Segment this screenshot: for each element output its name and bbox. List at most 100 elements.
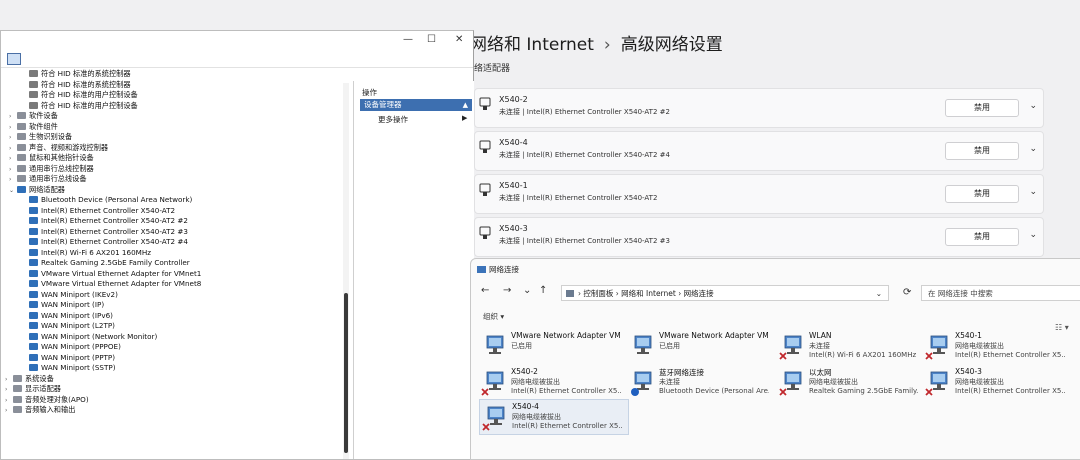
tree-item[interactable]: › 鼠标和其他指针设备 xyxy=(9,153,94,163)
expand-toggle-icon[interactable]: › xyxy=(9,144,17,154)
connection-item[interactable]: X540-4 网络电缆被拔出 Intel(R) Ethernet Controlle… xyxy=(479,399,629,435)
window-title: 网络连接 xyxy=(477,264,519,275)
minimize-button[interactable]: — xyxy=(403,34,413,45)
expand-toggle-icon[interactable]: › xyxy=(9,165,17,175)
breadcrumb-network-internet[interactable]: 网络和 Internet xyxy=(470,35,594,55)
tree-item[interactable]: › 音频处理对象(APO) xyxy=(5,395,89,405)
tree-item[interactable]: › 音频输入和输出 xyxy=(5,405,75,415)
tree-item[interactable]: › 系统设备 xyxy=(5,374,54,384)
tree-item[interactable]: ⌄ 网络适配器 xyxy=(9,185,65,195)
expand-toggle-icon[interactable]: ⌄ xyxy=(9,186,17,196)
connection-item[interactable]: VMware Network Adapter VMnet1 已启用 xyxy=(479,329,629,365)
more-actions-item[interactable]: 更多操作 xyxy=(378,114,408,125)
expand-toggle-icon[interactable]: › xyxy=(9,154,17,164)
address-dropdown-icon[interactable]: ⌄ xyxy=(876,286,882,302)
connection-status: 网络电缆被拔出 xyxy=(955,342,1004,350)
tree-item[interactable]: Intel(R) Ethernet Controller X540-AT2 #4 xyxy=(21,237,188,247)
tree-scrollbar[interactable] xyxy=(343,83,349,459)
tree-item[interactable]: WAN Miniport (L2TP) xyxy=(21,321,115,331)
tree-item[interactable]: WAN Miniport (PPPOE) xyxy=(21,342,121,352)
hid-device-icon xyxy=(29,80,38,88)
computer-icon[interactable] xyxy=(7,53,21,65)
refresh-button[interactable]: ⟳ xyxy=(903,287,911,298)
address-path: › 控制面板 › 网络和 Internet › 网络连接 xyxy=(578,289,714,298)
bluetooth-network-icon xyxy=(629,369,655,397)
tree-item[interactable]: WAN Miniport (SSTP) xyxy=(21,363,116,373)
address-bar-row: ← → ⌄ ↑ › 控制面板 › 网络和 Internet › 网络连接 ⌄ ⟳… xyxy=(471,281,1080,305)
chevron-down-icon[interactable]: ⌄ xyxy=(1029,144,1037,154)
tree-item[interactable]: Bluetooth Device (Personal Area Network) xyxy=(21,195,192,205)
tree-item[interactable]: › 生物识别设备 xyxy=(9,132,72,142)
tree-item[interactable]: › 通用串行总线控制器 xyxy=(9,164,94,174)
recent-dropdown-button[interactable]: ⌄ xyxy=(523,285,531,296)
expand-toggle-icon[interactable]: › xyxy=(9,123,17,133)
network-adapter-icon xyxy=(29,227,38,235)
chevron-down-icon[interactable]: ⌄ xyxy=(1029,187,1037,197)
tree-item[interactable]: › 显示适配器 xyxy=(5,384,61,394)
maximize-button[interactable]: ☐ xyxy=(427,34,436,45)
connection-item[interactable]: WLAN 未连接 Intel(R) Wi-Fi 6 AX201 160MHz xyxy=(777,329,927,365)
close-button[interactable]: ✕ xyxy=(455,34,463,45)
connection-item[interactable]: X540-3 网络电缆被拔出 Intel(R) Ethernet Controlle… xyxy=(923,365,1073,401)
expand-toggle-icon[interactable]: › xyxy=(5,385,13,395)
expand-toggle-icon[interactable]: › xyxy=(5,406,13,416)
adapter-card[interactable]: X540-3 未连接 | Intel(R) Ethernet Controller… xyxy=(474,217,1044,257)
tree-item[interactable]: Intel(R) Ethernet Controller X540-AT2 xyxy=(21,206,175,216)
tree-item[interactable]: WAN Miniport (IP) xyxy=(21,300,104,310)
forward-button[interactable]: → xyxy=(503,285,511,296)
organize-menu[interactable]: 组织 ▾ xyxy=(483,311,504,322)
disable-button[interactable]: 禁用 xyxy=(945,185,1019,203)
expand-toggle-icon[interactable]: › xyxy=(5,396,13,406)
chevron-down-icon[interactable]: ⌄ xyxy=(1029,230,1037,240)
network-adapter-icon xyxy=(29,343,38,350)
chevron-down-icon[interactable]: ⌄ xyxy=(1029,101,1037,111)
expand-toggle-icon[interactable]: › xyxy=(9,175,17,185)
disable-button[interactable]: 禁用 xyxy=(945,142,1019,160)
tree-item[interactable]: WAN Miniport (IKEv2) xyxy=(21,290,118,300)
network-adapter-icon xyxy=(29,332,38,340)
disable-button[interactable]: 禁用 xyxy=(945,228,1019,246)
tree-item[interactable]: WAN Miniport (IPv6) xyxy=(21,311,113,321)
disable-button[interactable]: 禁用 xyxy=(945,99,1019,117)
connection-item[interactable]: X540-1 网络电缆被拔出 Intel(R) Ethernet Controlle… xyxy=(923,329,1073,365)
tree-item[interactable]: 符合 HID 标准的用户控制设备 xyxy=(21,90,138,100)
tree-item[interactable]: 符合 HID 标准的用户控制设备 xyxy=(21,101,138,111)
tree-item[interactable]: Intel(R) Ethernet Controller X540-AT2 #3 xyxy=(21,227,188,237)
back-button[interactable]: ← xyxy=(481,285,489,296)
tree-item-label: 音频输入和输出 xyxy=(25,405,76,414)
connection-item[interactable]: VMware Network Adapter VMnet8 已启用 xyxy=(627,329,777,365)
scrollbar-thumb[interactable] xyxy=(344,293,348,453)
connection-item[interactable]: 蓝牙网络连接 未连接 Bluetooth Device (Personal Are.… xyxy=(627,365,777,401)
expand-toggle-icon[interactable]: › xyxy=(9,133,17,143)
up-button[interactable]: ↑ xyxy=(539,285,547,296)
collapse-arrow-icon: ▲ xyxy=(462,101,468,109)
expand-toggle-icon[interactable]: › xyxy=(5,375,13,385)
adapter-card[interactable]: X540-4 未连接 | Intel(R) Ethernet Controller… xyxy=(474,131,1044,171)
address-bar[interactable]: › 控制面板 › 网络和 Internet › 网络连接 ⌄ xyxy=(561,285,889,301)
connection-item[interactable]: X540-2 网络电缆被拔出 Intel(R) Ethernet Controlle… xyxy=(479,365,629,401)
search-input[interactable]: 在 网络连接 中搜索 xyxy=(921,285,1080,301)
adapter-card[interactable]: X540-2 未连接 | Intel(R) Ethernet Controller… xyxy=(474,88,1044,128)
tree-item[interactable]: › 通用串行总线设备 xyxy=(9,174,87,184)
adapter-card[interactable]: X540-1 未连接 | Intel(R) Ethernet Controller… xyxy=(474,174,1044,214)
connection-name: X540-2 xyxy=(511,367,538,376)
expand-toggle-icon[interactable]: › xyxy=(9,112,17,122)
actions-device-manager[interactable]: 设备管理器 ▲ xyxy=(360,99,472,111)
tree-item[interactable]: › 软件设备 xyxy=(9,111,58,121)
tree-item[interactable]: Realtek Gaming 2.5GbE Family Controller xyxy=(21,258,190,268)
tree-item[interactable]: WAN Miniport (PPTP) xyxy=(21,353,115,363)
tree-item[interactable]: Intel(R) Wi-Fi 6 AX201 160MHz xyxy=(21,248,151,258)
actions-header: 操作 xyxy=(362,88,377,97)
tree-item[interactable]: VMware Virtual Ethernet Adapter for VMne… xyxy=(21,279,201,289)
connection-device: Realtek Gaming 2.5GbE Family... xyxy=(809,387,919,395)
tree-item[interactable]: › 软件组件 xyxy=(9,122,58,132)
adapter-description: 未连接 | Intel(R) Ethernet Controller X540-… xyxy=(499,237,670,245)
tree-item[interactable]: 符合 HID 标准的系统控制器 xyxy=(21,69,131,79)
tree-item-label: VMware Virtual Ethernet Adapter for VMne… xyxy=(41,268,202,278)
tree-item[interactable]: WAN Miniport (Network Monitor) xyxy=(21,332,157,342)
tree-item[interactable]: › 声音、视频和游戏控制器 xyxy=(9,143,108,153)
tree-item[interactable]: VMware Virtual Ethernet Adapter for VMne… xyxy=(21,269,201,279)
tree-item[interactable]: 符合 HID 标准的系统控制器 xyxy=(21,80,131,90)
tree-item[interactable]: Intel(R) Ethernet Controller X540-AT2 #2 xyxy=(21,216,188,226)
connection-item[interactable]: 以太网 网络电缆被拔出 Realtek Gaming 2.5GbE Family..… xyxy=(777,365,927,401)
